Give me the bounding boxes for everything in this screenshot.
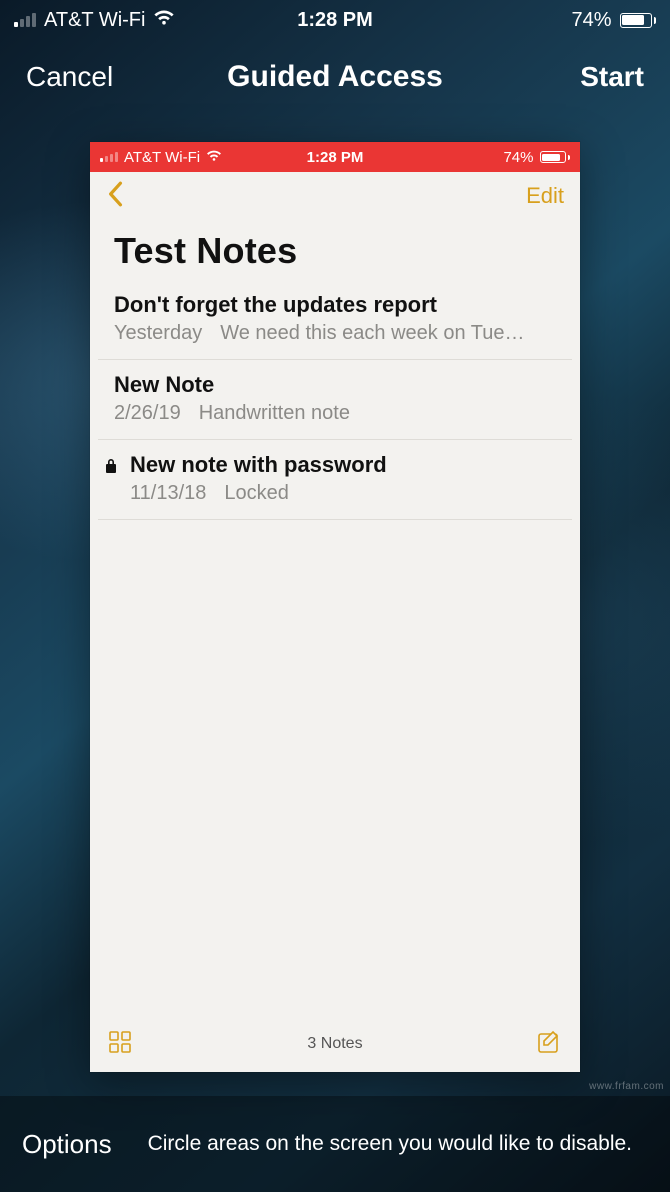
note-summary: We need this each week on Tue… [220,322,524,345]
status-time: 1:28 PM [0,9,670,32]
notes-list: Don't forget the updates report Yesterda… [90,288,580,520]
note-title: New note with password [130,452,556,478]
note-date: 11/13/18 [130,482,206,505]
watermark: www.frfam.com [589,1081,664,1092]
guided-access-title: Guided Access [0,60,670,94]
options-hint: Circle areas on the screen you would lik… [132,1130,648,1158]
options-button[interactable]: Options [22,1129,112,1160]
edit-button[interactable]: Edit [526,183,564,209]
options-bar: Options Circle areas on the screen you w… [0,1096,670,1192]
battery-icon [540,151,571,163]
note-title: Don't forget the updates report [114,292,556,318]
note-row[interactable]: New note with password 11/13/18 Locked [98,440,572,520]
guided-access-header: Cancel Guided Access Start [0,40,670,114]
note-row[interactable]: Don't forget the updates report Yesterda… [98,288,572,360]
note-date: 2/26/19 [114,402,181,425]
app-preview[interactable]: AT&T Wi-Fi 1:28 PM 74% Edit Test Notes [90,142,580,1072]
note-date: Yesterday [114,322,202,345]
notes-nav-bar: Edit [90,172,580,220]
lock-icon [104,458,118,474]
back-button[interactable] [106,181,124,212]
notes-count: 3 Notes [90,1035,580,1053]
app-status-time: 1:28 PM [90,149,580,166]
note-row[interactable]: New Note 2/26/19 Handwritten note [98,360,572,440]
folder-title: Test Notes [90,220,580,288]
battery-icon [620,13,657,28]
notes-toolbar: 3 Notes [90,1016,580,1072]
device-status-bar: AT&T Wi-Fi 1:28 PM 74% [0,0,670,40]
note-summary: Handwritten note [199,402,350,425]
note-summary: Locked [224,482,289,505]
app-status-bar: AT&T Wi-Fi 1:28 PM 74% [90,142,580,172]
chevron-left-icon [106,181,124,207]
note-title: New Note [114,372,556,398]
